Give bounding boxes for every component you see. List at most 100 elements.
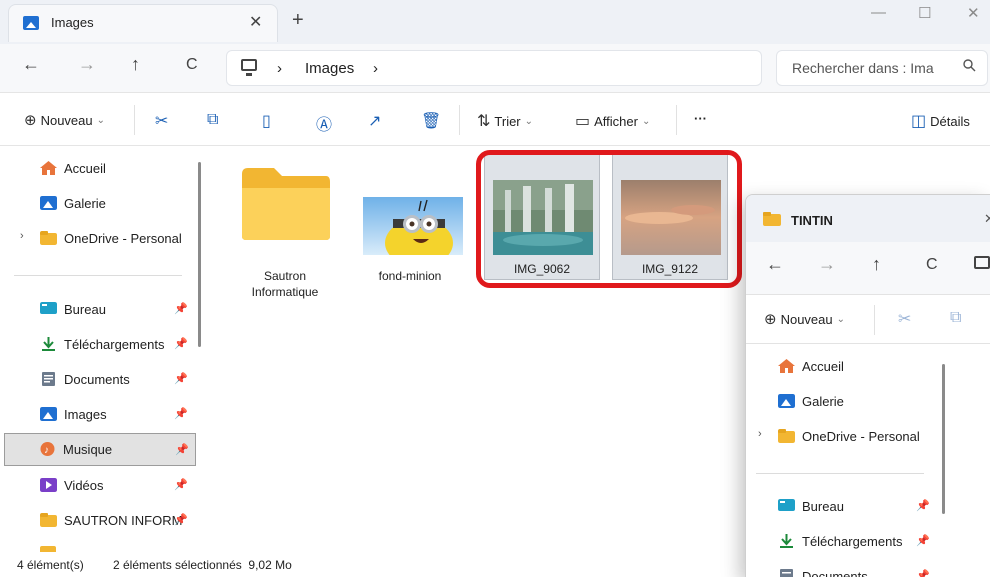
sidebar-item-bureau[interactable]: Bureau 📌 (746, 490, 936, 523)
file-name: Informatique (251, 285, 319, 299)
sidebar-item-onedrive[interactable]: › OneDrive - Personal (8, 222, 194, 255)
home-icon (778, 359, 795, 373)
breadcrumb-separator: › (277, 60, 282, 77)
pin-icon[interactable]: 📌 (174, 513, 188, 526)
command-bar: ⊕ Nouveau ⌄ ✂ ⧉ (746, 294, 990, 344)
file-item-image[interactable]: fond-minion (353, 154, 467, 294)
pin-icon[interactable]: 📌 (174, 478, 188, 491)
new-button[interactable]: ⊕ Nouveau ⌄ (764, 310, 845, 328)
chevron-right-icon[interactable]: › (758, 428, 762, 440)
file-item-folder[interactable]: Sautron Informatique (228, 154, 342, 299)
minimize-button[interactable]: — (871, 4, 886, 21)
rename-button[interactable]: Ⓐ (316, 111, 332, 135)
sidebar-item-label: Musique (63, 442, 113, 457)
sidebar-scrollbar[interactable] (942, 364, 945, 514)
sidebar-item-label: Téléchargements (64, 337, 165, 352)
view-icon: ▭ (575, 113, 591, 130)
copy-button[interactable]: ⧉ (207, 111, 218, 129)
more-options-button[interactable]: ··· (694, 111, 707, 126)
new-tab-button[interactable]: + (292, 9, 304, 32)
pin-icon[interactable]: 📌 (174, 302, 188, 315)
cut-button[interactable]: ✂ (155, 111, 168, 131)
paste-button[interactable]: ▯ (262, 111, 271, 131)
item-count: 4 élément(s) (17, 558, 84, 572)
sort-button[interactable]: ⇅ Trier ⌄ (477, 111, 533, 131)
sidebar-item-galerie[interactable]: Galerie (746, 385, 936, 418)
trash-icon: 🗑 (421, 113, 442, 130)
tab-title: TINTIN (791, 213, 833, 228)
search-input[interactable]: Rechercher dans : Ima (792, 60, 934, 76)
sidebar-item-accueil[interactable]: Accueil (8, 152, 194, 185)
sidebar-item-label: Images (64, 407, 107, 422)
sidebar-divider (14, 275, 182, 276)
pin-icon[interactable]: 📌 (916, 569, 930, 577)
pin-icon[interactable]: 📌 (174, 372, 188, 385)
back-button[interactable]: ← (766, 254, 784, 275)
title-bar: Images ✕ + — ☐ ✕ (0, 0, 990, 44)
back-button[interactable]: ← (22, 54, 40, 75)
sidebar-item-telechargements[interactable]: Téléchargements 📌 (8, 328, 194, 361)
pin-icon[interactable]: 📌 (175, 443, 189, 456)
sidebar-item-documents[interactable]: Documents 📌 (8, 363, 194, 396)
breadcrumb-trailing-separator[interactable]: › (373, 60, 378, 77)
pin-icon[interactable]: 📌 (916, 534, 930, 547)
address-bar[interactable]: › Images › (226, 50, 762, 86)
sidebar-item-musique[interactable]: ♪ Musique 📌 (4, 433, 196, 466)
up-button[interactable]: ↑ (131, 54, 140, 75)
navigation-pane: Accueil Galerie › OneDrive - Personal Bu… (746, 344, 990, 577)
sidebar-item-label: OneDrive - Personal (64, 231, 182, 246)
second-explorer-window[interactable]: TINTIN ✕ ← → ↑ C ⊕ Nouveau ⌄ ✂ ⧉ Accueil… (745, 194, 990, 577)
sidebar-item-galerie[interactable]: Galerie (8, 187, 194, 220)
sidebar-item-label: Accueil (64, 161, 106, 176)
refresh-button[interactable]: C (926, 256, 938, 274)
pin-icon[interactable]: 📌 (174, 337, 188, 350)
sidebar-item-documents[interactable]: Documents 📌 (746, 560, 936, 577)
share-button[interactable]: ↗ (368, 111, 381, 131)
tab-close-button[interactable]: ✕ (984, 211, 990, 227)
sidebar-scrollbar[interactable] (198, 162, 201, 347)
delete-button[interactable]: 🗑 (421, 111, 441, 131)
sidebar-item-sautron-informatique[interactable]: SAUTRON INFORM 📌 (8, 504, 194, 537)
sidebar-item-label: Vidéos (64, 478, 104, 493)
copy-button[interactable]: ⧉ (950, 309, 961, 327)
forward-button[interactable]: → (78, 54, 96, 75)
tab-close-button[interactable]: ✕ (249, 12, 262, 32)
pin-icon[interactable]: 📌 (916, 499, 930, 512)
sidebar-item-label: Bureau (802, 499, 844, 514)
sidebar-item-videos[interactable]: Vidéos 📌 (8, 469, 194, 502)
pin-icon[interactable]: 📌 (174, 407, 188, 420)
cut-button[interactable]: ✂ (898, 309, 911, 329)
folder-icon (763, 212, 781, 226)
home-icon (40, 161, 57, 175)
tab-images[interactable]: Images ✕ (8, 4, 278, 42)
documents-icon (42, 372, 55, 386)
new-button[interactable]: ⊕ Nouveau ⌄ (24, 111, 105, 129)
sidebar-item-label: SAUTRON INFORM (64, 513, 183, 528)
navigation-bar: ← → ↑ C (746, 242, 990, 294)
status-bar: 4 élément(s) 2 éléments sélectionnés 9,0… (0, 552, 745, 577)
chevron-down-icon: ⌄ (641, 115, 651, 127)
share-icon: ↗ (368, 113, 382, 130)
forward-button[interactable]: → (818, 254, 836, 275)
toolbar-divider (874, 305, 875, 335)
close-window-button[interactable]: ✕ (967, 4, 980, 22)
sidebar-item-bureau[interactable]: Bureau 📌 (8, 293, 194, 326)
details-button[interactable]: ◫ Détails (911, 111, 970, 131)
breadcrumb-images[interactable]: Images (305, 60, 354, 77)
sidebar-item-telechargements[interactable]: Téléchargements 📌 (746, 525, 936, 558)
view-button[interactable]: ▭ Afficher ⌄ (575, 111, 650, 131)
maximize-button[interactable]: ☐ (918, 4, 931, 22)
download-icon (780, 534, 793, 548)
sidebar-item-images[interactable]: Images 📌 (8, 398, 194, 431)
refresh-button[interactable]: C (186, 56, 198, 74)
sidebar-item-onedrive[interactable]: › OneDrive - Personal (746, 420, 936, 453)
desktop-icon (778, 499, 795, 511)
details-label: Détails (930, 113, 970, 129)
sidebar-item-accueil[interactable]: Accueil (746, 350, 936, 383)
image-thumbnail (363, 197, 463, 255)
up-button[interactable]: ↑ (872, 254, 881, 275)
sort-label: Trier (494, 113, 521, 129)
chevron-right-icon[interactable]: › (20, 230, 24, 242)
search-box[interactable]: Rechercher dans : Ima (776, 50, 988, 86)
file-name: fond-minion (378, 269, 442, 283)
